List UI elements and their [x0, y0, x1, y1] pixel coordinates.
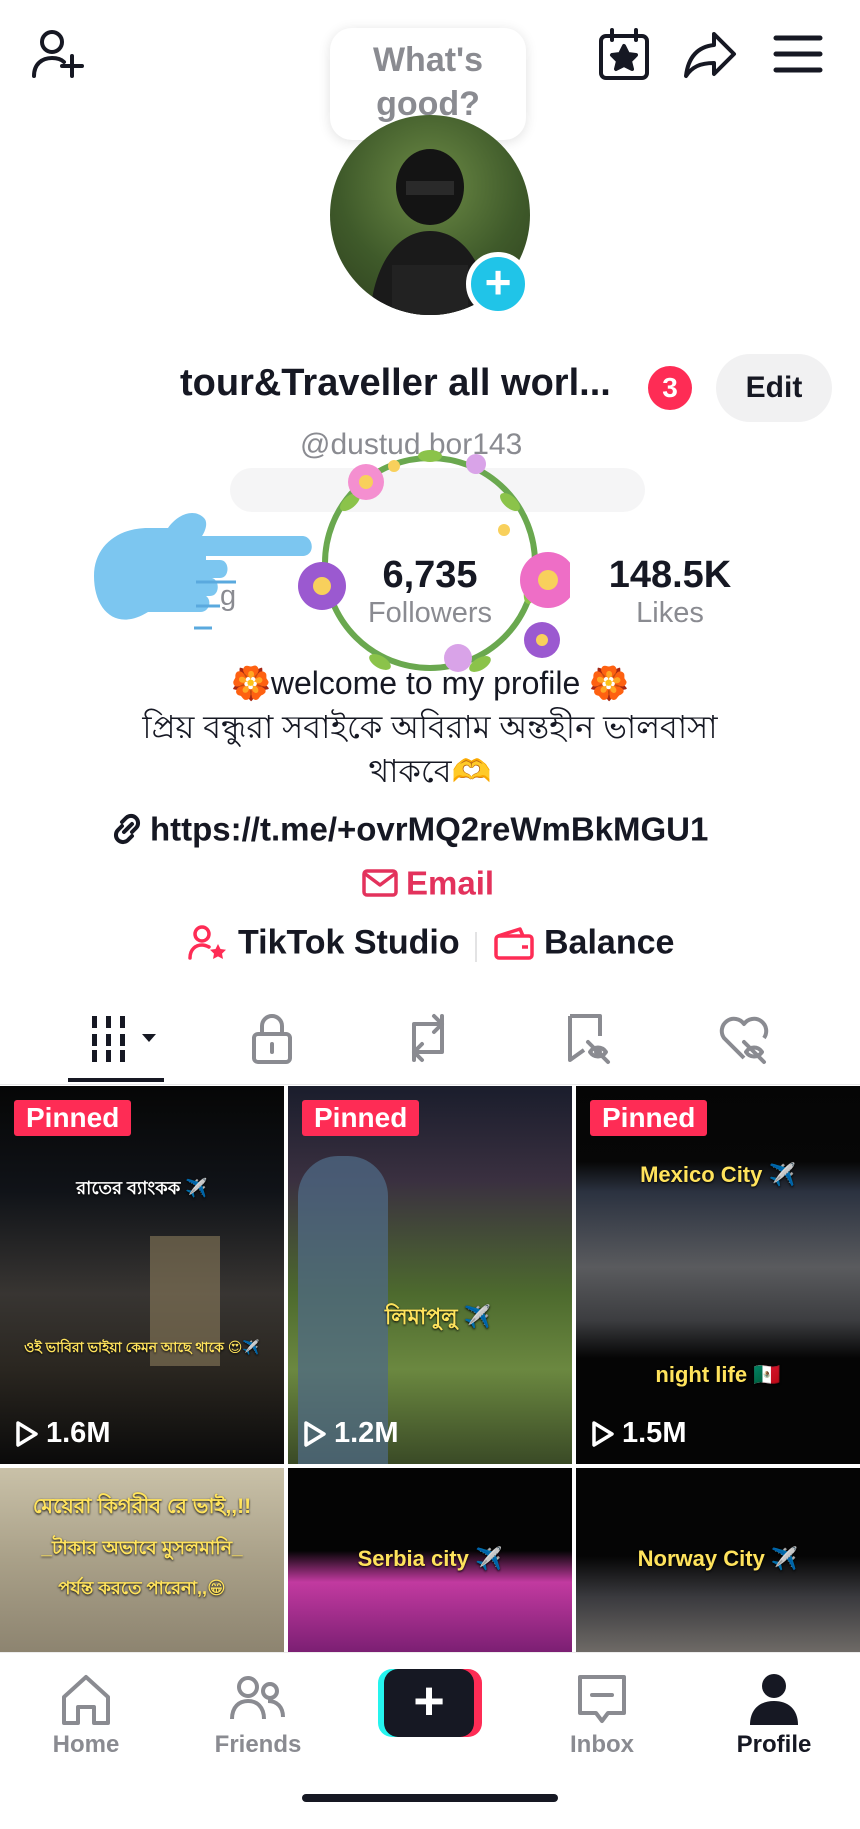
view-count: 1.6M — [14, 1417, 110, 1450]
video-caption: Norway City ✈️ — [637, 1546, 799, 1571]
grid-gap — [0, 1464, 860, 1468]
edit-profile-button[interactable]: Edit — [716, 354, 832, 422]
likes-label: Likes — [636, 597, 704, 629]
video-caption-3: পর্যন্ত করতে পারেনা,,😁 — [58, 1578, 226, 1598]
pinned-badge: Pinned — [590, 1100, 708, 1136]
nav-friends[interactable]: Friends — [188, 1671, 328, 1759]
home-indicator — [302, 1794, 558, 1802]
menu-icon[interactable] — [770, 26, 826, 82]
video-caption-2: _টাকার অভাবে মুসলমানি_ — [41, 1538, 243, 1559]
email-label: Email — [406, 864, 495, 902]
balance-button[interactable]: Balance — [494, 922, 674, 963]
nav-home[interactable]: Home — [16, 1671, 156, 1759]
plus-icon: + — [384, 1669, 474, 1737]
link-icon — [108, 810, 146, 848]
divider — [475, 932, 477, 962]
nav-profile-label: Profile — [736, 1731, 812, 1758]
lock-icon[interactable] — [244, 1010, 308, 1066]
flower-wreath-sticker — [290, 432, 576, 694]
view-count-value: 1.6M — [46, 1417, 111, 1449]
play-icon — [304, 1420, 326, 1447]
video-thumbnail[interactable]: Pinned Mexico City ✈️ night life 🇲🇽 1.5M — [576, 1086, 860, 1464]
tab-divider — [0, 1084, 860, 1085]
nav-inbox-label: Inbox — [570, 1731, 634, 1758]
video-caption-2: ওই ভাবিরা ভাইয়া কেমন আছে থাকে 😍✈️ — [24, 1339, 260, 1355]
inbox-icon — [578, 1675, 626, 1723]
play-icon — [592, 1420, 614, 1447]
create-button[interactable]: + — [378, 1669, 482, 1737]
view-count: 1.5M — [590, 1417, 686, 1450]
tiktok-studio-button[interactable]: TikTok Studio — [188, 922, 460, 963]
view-count-value: 1.2M — [334, 1417, 399, 1449]
nav-friends-label: Friends — [214, 1731, 302, 1758]
wallet-icon — [494, 926, 534, 960]
notification-badge: 3 — [648, 366, 692, 410]
bio-line3: থাকবে🫶 — [368, 753, 492, 789]
bubble-line1: What's — [372, 41, 484, 79]
video-caption: Serbia city ✈️ — [357, 1546, 503, 1571]
pinned-badge: Pinned — [14, 1100, 132, 1136]
mail-icon — [362, 869, 398, 898]
grid-gap — [284, 1086, 288, 1652]
link-url: https://t.me/+ovrMQ2reWmBkMGU1 — [150, 810, 709, 848]
profile-icon — [750, 1674, 798, 1725]
bio-line1: 🏵️welcome to my profile 🏵️ — [230, 665, 629, 701]
video-caption: রাতের ব্যাংকক ✈️ — [76, 1178, 208, 1198]
video-caption: লিমাপুলু ✈️ — [384, 1304, 492, 1329]
studio-icon — [188, 924, 228, 962]
add-friend-icon[interactable] — [30, 26, 86, 82]
share-icon[interactable] — [682, 26, 738, 82]
view-count-value: 1.5M — [622, 1417, 687, 1449]
bottom-nav: Home Friends + Inbox Profile — [0, 1652, 860, 1829]
view-count: 1.2M — [302, 1417, 398, 1450]
likes-stat[interactable]: 148.5K Likes — [590, 554, 750, 630]
display-name: tour&Traveller all worl... — [180, 362, 611, 404]
home-icon — [62, 1675, 110, 1725]
video-caption: Mexico City ✈️ — [640, 1162, 796, 1187]
play-icon — [16, 1420, 38, 1447]
video-thumbnail[interactable]: Pinned লিমাপুলু ✈️ 1.2M — [288, 1086, 572, 1464]
add-story-button[interactable]: + — [466, 252, 530, 316]
friends-icon — [230, 1676, 285, 1720]
video-caption-2: night life 🇲🇽 — [655, 1362, 781, 1387]
nav-home-label: Home — [52, 1731, 120, 1758]
pinned-badge: Pinned — [302, 1100, 420, 1136]
liked-icon[interactable] — [716, 1010, 780, 1066]
profile-link[interactable]: https://t.me/+ovrMQ2reWmBkMGU1 — [108, 808, 708, 848]
active-tab-indicator — [68, 1078, 164, 1082]
video-thumbnail[interactable]: Norway City ✈️ — [576, 1468, 860, 1652]
nav-inbox[interactable]: Inbox — [532, 1671, 672, 1759]
nav-profile[interactable]: Profile — [704, 1671, 844, 1759]
studio-label: TikTok Studio — [238, 923, 460, 962]
bio-line2: প্রিয় বন্ধুরা সবাইকে অবিরাম অন্তহীন ভাল… — [142, 709, 718, 745]
calendar-star-icon[interactable] — [596, 26, 652, 82]
balance-label: Balance — [544, 923, 675, 962]
video-thumbnail[interactable]: মেয়েরা কিগরীব রে ভাই,,!! _টাকার অভাবে ম… — [0, 1468, 284, 1652]
video-thumbnail[interactable]: Pinned রাতের ব্যাংকক ✈️ ওই ভাবিরা ভাইয়া… — [0, 1086, 284, 1464]
grid-gap — [572, 1086, 576, 1652]
tab-videos[interactable] — [84, 1010, 156, 1066]
repost-icon[interactable] — [400, 1010, 464, 1066]
video-caption: মেয়েরা কিগরীব রে ভাই,,!! — [32, 1495, 252, 1518]
likes-value: 148.5K — [608, 554, 732, 596]
email-button[interactable]: Email — [362, 862, 494, 902]
favorites-icon[interactable] — [560, 1010, 624, 1066]
video-thumbnail[interactable]: Serbia city ✈️ — [288, 1468, 572, 1652]
pointing-hand-sticker — [86, 506, 316, 676]
